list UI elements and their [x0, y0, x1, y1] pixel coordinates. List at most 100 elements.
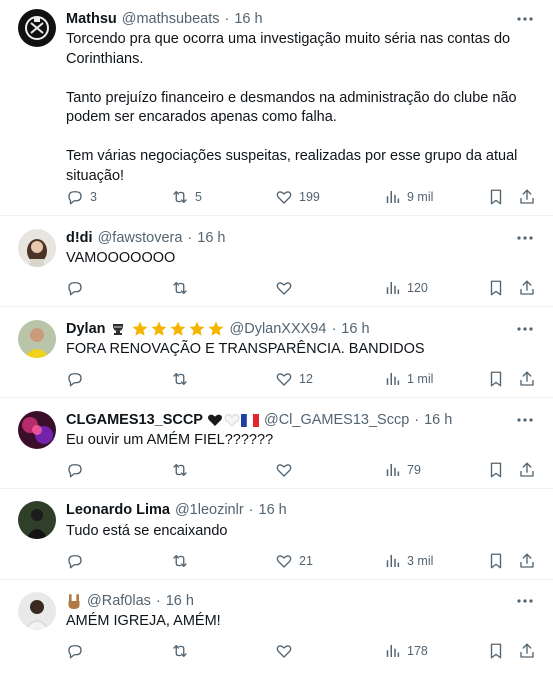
france-flag-emoji [240, 413, 259, 427]
views-count: 3 mil [407, 554, 434, 568]
tweet-header: Leonardo Lima @1leozinlr · 16 h [66, 500, 513, 520]
bookmark-button[interactable] [487, 278, 505, 298]
like-button[interactable] [275, 460, 299, 480]
avatar[interactable] [18, 411, 56, 449]
share-button[interactable] [518, 551, 536, 571]
share-button[interactable] [518, 641, 536, 661]
timestamp[interactable]: 16 h [259, 500, 287, 520]
user-handle[interactable]: @Cl_GAMES13_Sccp [264, 410, 409, 430]
tweet-clgames13[interactable]: CLGAMES13_SCCP @Cl_GAMES13_Sccp · 16 h E… [0, 398, 553, 489]
views-icon [383, 461, 401, 479]
more-options-button[interactable] [515, 410, 535, 430]
separator-dot: · [224, 11, 230, 27]
repost-button[interactable] [171, 460, 195, 480]
repost-button[interactable] [171, 369, 195, 389]
tweet-paragraph: Eu ouvir um AMÉM FIEL?????? [66, 432, 274, 448]
more-options-button[interactable] [515, 9, 535, 29]
display-name[interactable]: CLGAMES13_SCCP [66, 410, 203, 430]
like-button[interactable]: 199 [275, 187, 320, 207]
tweet-header: d!di @fawstovera · 16 h [66, 228, 513, 248]
repost-button[interactable] [171, 551, 195, 571]
tweet-paragraph: AMÉM IGREJA, AMÉM! [66, 613, 221, 629]
views-icon [383, 279, 401, 297]
reply-button[interactable] [66, 278, 90, 298]
tweet-paragraph: FORA RENOVAÇÃO E TRANSPARÊNCIA. BANDIDOS [66, 341, 425, 357]
share-button[interactable] [518, 278, 536, 298]
user-handle[interactable]: @fawstovera [98, 228, 183, 248]
avatar[interactable] [18, 501, 56, 539]
views-button[interactable]: 178 [383, 641, 428, 661]
like-icon [275, 279, 293, 297]
rock-hand-emoji [68, 593, 80, 609]
star-emoji [151, 321, 166, 336]
share-icon [518, 552, 536, 570]
views-button[interactable]: 1 mil [383, 369, 433, 389]
reply-button[interactable] [66, 641, 90, 661]
views-icon [383, 188, 401, 206]
timestamp[interactable]: 16 h [166, 591, 194, 611]
views-icon [383, 642, 401, 660]
avatar[interactable] [18, 320, 56, 358]
timestamp[interactable]: 16 h [424, 410, 452, 430]
name-emoji-badges [110, 320, 225, 338]
bookmark-button[interactable] [487, 551, 505, 571]
display-name[interactable]: d!di [66, 228, 93, 248]
reply-button[interactable] [66, 369, 90, 389]
like-button[interactable] [275, 278, 299, 298]
like-count: 199 [299, 190, 320, 204]
bookmark-button[interactable] [487, 369, 505, 389]
views-button[interactable]: 3 mil [383, 551, 433, 571]
tweet-mathsu[interactable]: Mathsu @mathsubeats · 16 h Torcendo pra … [0, 0, 553, 216]
more-options-button[interactable] [515, 591, 535, 611]
repost-button[interactable] [171, 278, 195, 298]
tweet-didi[interactable]: d!di @fawstovera · 16 h VAMOOOOOOO 120 [0, 216, 553, 307]
user-handle[interactable]: @1leozinlr [175, 500, 244, 520]
bookmark-button[interactable] [487, 460, 505, 480]
views-button[interactable]: 9 mil [383, 187, 433, 207]
views-button[interactable]: 79 [383, 460, 421, 480]
more-dots-icon [517, 418, 533, 422]
like-icon [275, 188, 293, 206]
tweet-raf0las[interactable]: @Raf0las · 16 h AMÉM IGREJA, AMÉM! 178 [0, 580, 553, 673]
views-icon [383, 370, 401, 388]
user-handle[interactable]: @Raf0las [87, 591, 151, 611]
timestamp[interactable]: 16 h [197, 228, 225, 248]
timestamp[interactable]: 16 h [234, 9, 262, 29]
share-button[interactable] [518, 187, 536, 207]
display-name[interactable]: Leonardo Lima [66, 500, 170, 520]
avatar[interactable] [18, 229, 56, 267]
like-button[interactable] [275, 641, 299, 661]
reply-button[interactable] [66, 551, 90, 571]
like-icon [275, 642, 293, 660]
share-button[interactable] [518, 460, 536, 480]
views-button[interactable]: 120 [383, 278, 428, 298]
repost-icon [171, 642, 189, 660]
timestamp[interactable]: 16 h [341, 319, 369, 339]
bookmark-button[interactable] [487, 187, 505, 207]
more-options-button[interactable] [515, 228, 535, 248]
separator-dot: · [155, 593, 161, 609]
repost-button[interactable]: 5 [171, 187, 202, 207]
repost-icon [171, 279, 189, 297]
like-button[interactable]: 21 [275, 551, 313, 571]
tweet-leonardo-lima[interactable]: Leonardo Lima @1leozinlr · 16 h Tudo est… [0, 489, 553, 580]
avatar[interactable] [18, 592, 56, 630]
display-name[interactable]: Dylan [66, 319, 106, 339]
user-handle[interactable]: @mathsubeats [122, 9, 220, 29]
more-options-button[interactable] [515, 319, 535, 339]
repost-icon [171, 370, 189, 388]
display-name[interactable]: Mathsu [66, 9, 117, 29]
white-heart-emoji [224, 414, 240, 427]
reply-button[interactable] [66, 460, 90, 480]
avatar[interactable] [18, 9, 56, 47]
share-icon [518, 642, 536, 660]
repost-button[interactable] [171, 641, 195, 661]
tweet-dylan[interactable]: Dylan @DylanXXX94 · 16 h FORA RENOVAÇÃO … [0, 307, 553, 398]
share-button[interactable] [518, 369, 536, 389]
user-handle[interactable]: @DylanXXX94 [230, 319, 327, 339]
reply-icon [66, 188, 84, 206]
reply-button[interactable]: 3 [66, 187, 97, 207]
like-button[interactable]: 12 [275, 369, 313, 389]
bookmark-button[interactable] [487, 641, 505, 661]
tweet-paragraph: Torcendo pra que ocorra uma investigação… [66, 31, 511, 67]
